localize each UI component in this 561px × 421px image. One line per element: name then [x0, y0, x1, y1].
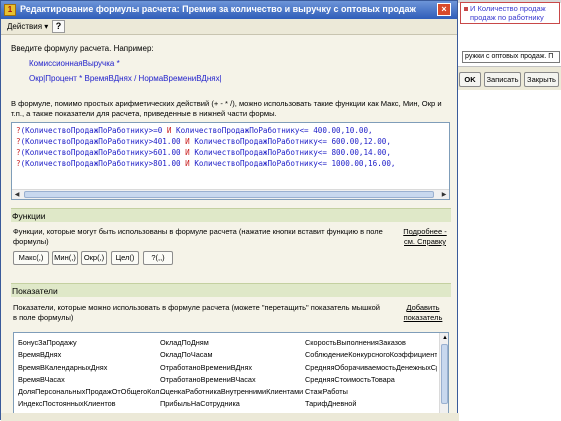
indicator-item[interactable]: ОтработаноВремениВЧасах [160, 374, 305, 386]
formula-line: ?(КоличествоПродажПоРаботнику>601.00 И К… [16, 148, 391, 157]
background-list-item[interactable]: продаж по работнику [464, 13, 556, 22]
example-formula-line: КомиссионнаяВыручка * [29, 59, 120, 68]
save-button[interactable]: Записать [484, 72, 521, 87]
close-button[interactable]: Закрыть [524, 72, 559, 87]
indicators-column: ОкладПоДням ОкладПоЧасам ОтработаноВреме… [160, 337, 305, 411]
indicator-item[interactable]: ВремяВКалендарныхДнях [18, 362, 156, 374]
background-list: И Количество продаж продаж по работнику [460, 2, 560, 24]
app-icon: 1 [4, 4, 16, 16]
formula-lines: ?(КоличествоПродажПоРаботнику>=0 И Колич… [16, 125, 440, 169]
section-title: Функции [12, 211, 46, 221]
window-close-button[interactable]: × [437, 3, 451, 16]
indicators-column: СкоростьВыполненияЗаказов СоблюдениеКонк… [305, 337, 437, 411]
background-name-field[interactable]: ружки с оптовых продаж. П [462, 51, 560, 63]
max-function-button[interactable]: Макс(,) [13, 251, 49, 265]
indicator-item[interactable]: ОтработаноВремениВДнях [160, 362, 305, 374]
indicator-item[interactable]: СтажРаботы [305, 386, 437, 398]
indicator-item[interactable]: ВремяВЧасах [18, 374, 156, 386]
indicator-item[interactable]: ОценкаРаботникаВнутреннимиКлиентами [160, 386, 305, 398]
conditional-function-button[interactable]: ?(,,) [143, 251, 173, 265]
vertical-scrollbar[interactable]: ▲ [439, 333, 448, 420]
indicator-item[interactable]: СредняяОборачиваемостьДенежныхСр... [305, 362, 437, 374]
min-function-button[interactable]: Мин(,) [52, 251, 78, 265]
formula-line: ?(КоличествоПродажПоРаботнику>801.00 И К… [16, 159, 396, 168]
formula-line: ?(КоличествоПродажПоРаботнику>401.00 И К… [16, 137, 391, 146]
indicator-item[interactable]: БонусЗаПродажу [18, 337, 156, 349]
indicators-list[interactable]: БонусЗаПродажу ВремяВДнях ВремяВКалендар… [13, 332, 449, 421]
indicator-item[interactable]: СредняяСтоимостьТовара [305, 374, 437, 386]
indicator-item[interactable]: ВремяВДнях [18, 349, 156, 361]
horizontal-scrollbar[interactable]: ◀ ▶ [12, 189, 449, 199]
scrollbar-thumb[interactable] [441, 344, 448, 404]
indicator-item[interactable]: ДоляПерсональныхПродажОтОбщегоКол... [18, 386, 166, 398]
background-button-bar: OK Записать Закрыть [456, 66, 561, 90]
indicator-item[interactable]: СоблюдениеКонкурсногоКоэффициента... [305, 349, 437, 361]
more-help-link[interactable]: Подробнее - см. Справку [402, 227, 448, 247]
indicator-item[interactable]: СкоростьВыполненияЗаказов [305, 337, 437, 349]
indicators-description: Показатели, которые можно использовать в… [13, 303, 380, 322]
ok-button[interactable]: OK [459, 72, 481, 87]
window-title: Редактирование формулы расчета: Премия з… [20, 4, 416, 14]
indicator-item[interactable]: ИндексПостоянныхКлиентов [18, 398, 156, 410]
toolbar: Действия ▾ ? [1, 19, 457, 35]
indicators-section-header: Показатели [11, 283, 451, 297]
scroll-right-icon[interactable]: ▶ [439, 190, 449, 199]
functions-section-header: Функции [11, 208, 451, 222]
functions-description: Функции, которые могут быть использованы… [13, 227, 383, 246]
indicators-column: БонусЗаПродажу ВремяВДнях ВремяВКалендар… [18, 337, 166, 411]
explanation-text: В формуле, помимо простых арифметических… [11, 99, 442, 118]
help-button[interactable]: ? [52, 20, 65, 33]
formula-line: ?(КоличествоПродажПоРаботнику>=0 И Колич… [16, 126, 373, 135]
formula-input[interactable]: ?(КоличествоПродажПоРаботнику>=0 И Колич… [11, 122, 450, 200]
add-indicator-link[interactable]: Добавить показатель [397, 303, 449, 323]
background-list-item[interactable]: И Количество продаж [464, 4, 556, 13]
indicator-item[interactable]: ПрибыльНаСотрудника [160, 398, 305, 410]
background-window: И Количество продаж продаж по работнику … [455, 0, 561, 420]
bullet-square-icon [464, 7, 468, 11]
scrollbar-thumb[interactable] [24, 191, 434, 198]
formula-editor-dialog: 1 Редактирование формулы расчета: Премия… [0, 0, 459, 421]
actions-menu-button[interactable]: Действия ▾ [5, 21, 50, 33]
indicator-item[interactable]: ТарифДневной [305, 398, 437, 410]
int-function-button[interactable]: Цел() [111, 251, 139, 265]
intro-text: Введите формулу расчета. Например: [11, 44, 154, 53]
title-bar[interactable]: 1 Редактирование формулы расчета: Премия… [1, 1, 457, 19]
scroll-left-icon[interactable]: ◀ [12, 190, 22, 199]
scroll-up-icon[interactable]: ▲ [440, 334, 448, 343]
indicator-item[interactable]: ОкладПоДням [160, 337, 305, 349]
indicator-item[interactable]: ОкладПоЧасам [160, 349, 305, 361]
round-function-button[interactable]: Окр(,) [81, 251, 107, 265]
example-formula-line: Окр|Процент * ВремяВДнях / НормаВремениВ… [29, 74, 222, 83]
section-title: Показатели [12, 286, 58, 296]
